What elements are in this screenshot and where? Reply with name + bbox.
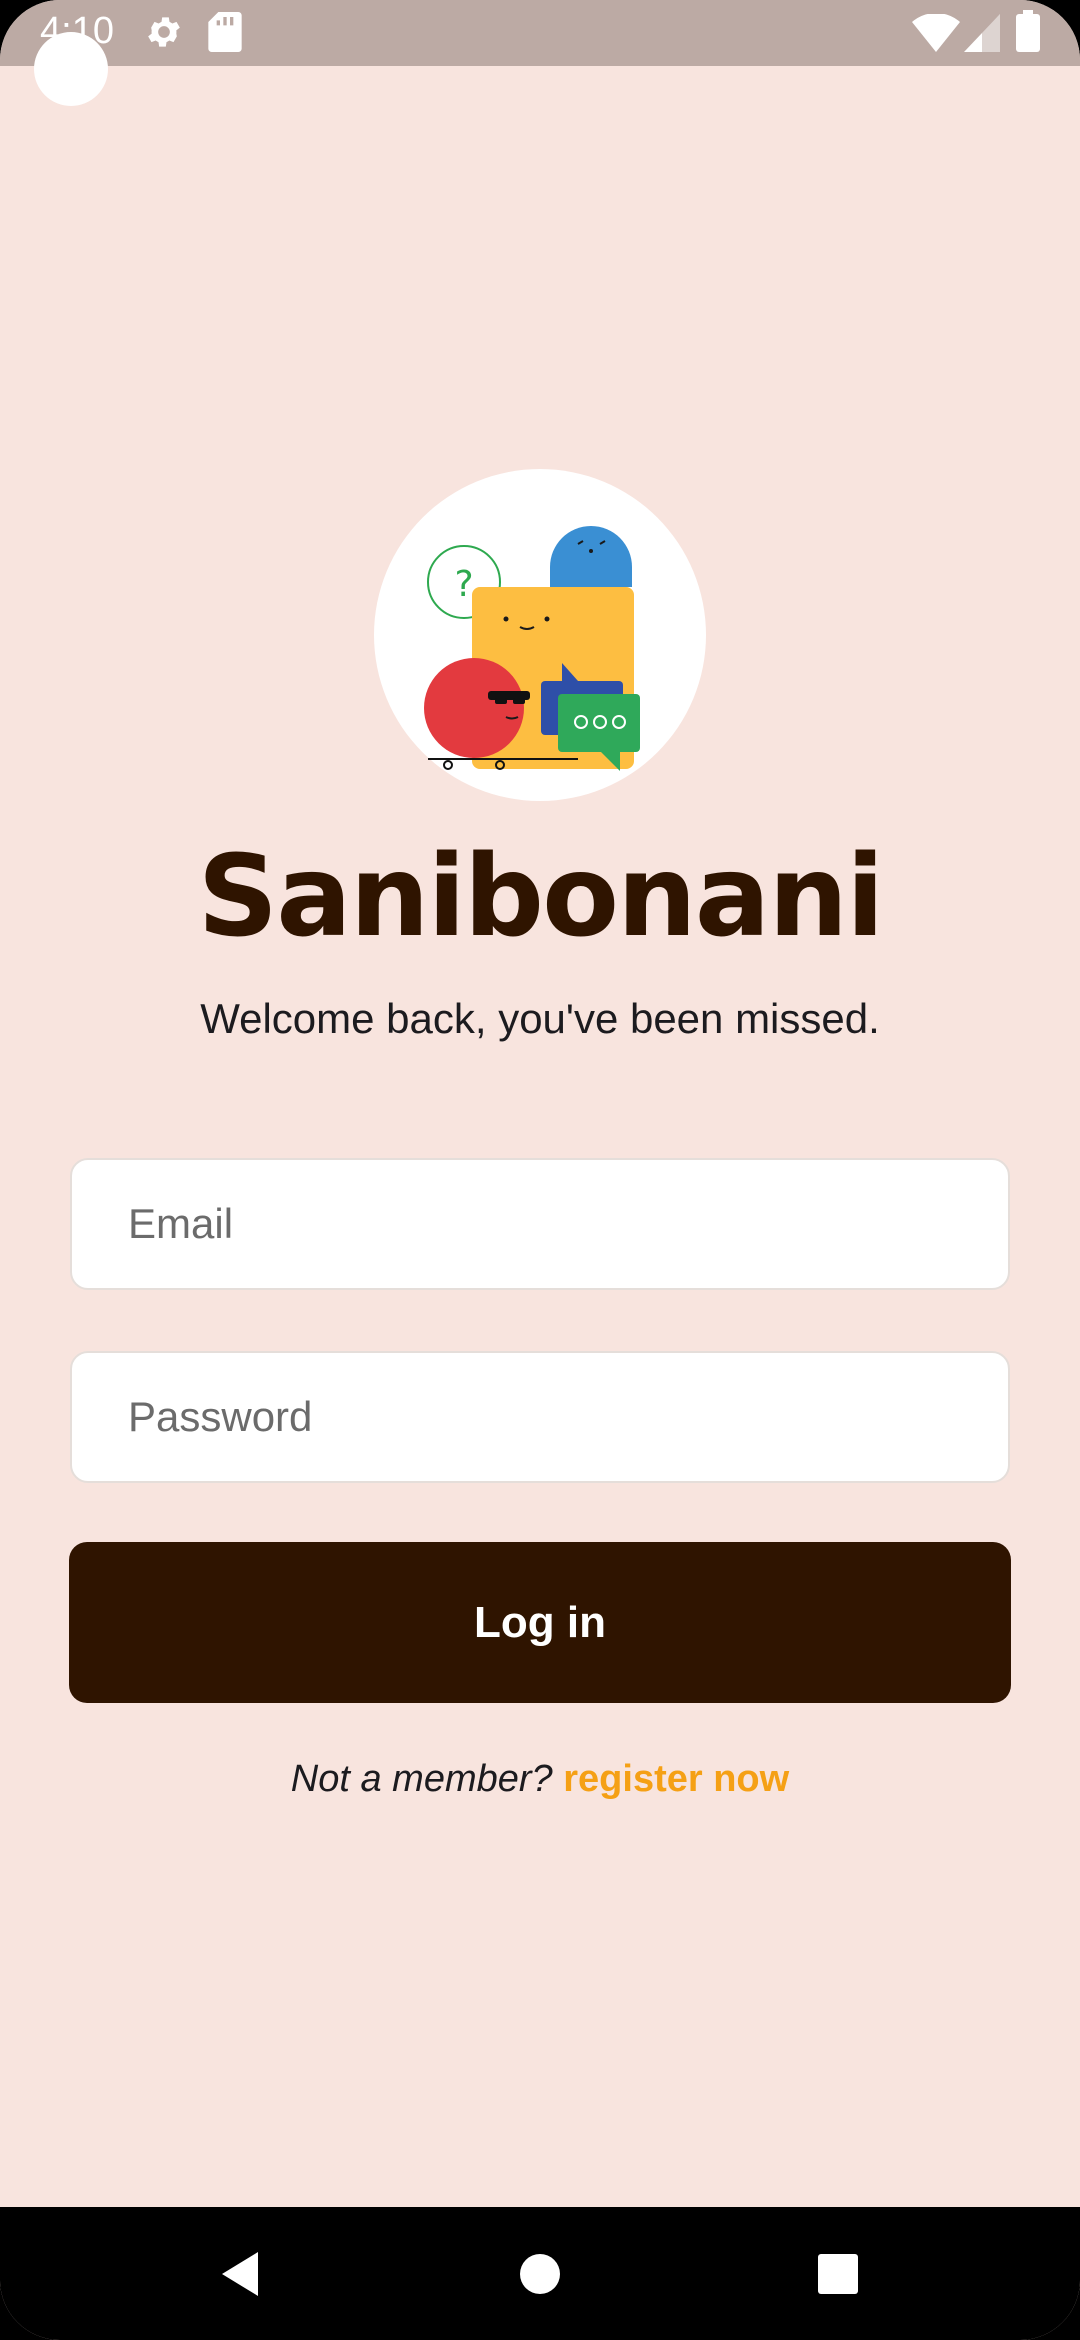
nav-home-button[interactable]	[490, 2229, 590, 2319]
login-screen: 4:10 ? Sanibonani Welcome back, you've b…	[0, 0, 1080, 2340]
nav-back-button[interactable]	[190, 2229, 290, 2319]
password-field[interactable]	[70, 1351, 1010, 1483]
home-icon	[520, 2254, 560, 2294]
svg-text:?: ?	[454, 564, 473, 605]
email-input[interactable]	[72, 1160, 1008, 1288]
wifi-icon	[912, 14, 960, 52]
camera-cutout	[34, 32, 108, 106]
app-logo: ?	[374, 469, 706, 801]
login-button[interactable]: Log in	[69, 1542, 1011, 1703]
recents-icon	[818, 2254, 858, 2294]
register-prompt: Not a member? register now	[0, 1758, 1080, 1801]
back-icon	[222, 2252, 258, 2296]
battery-icon	[1016, 10, 1040, 52]
settings-icon	[148, 17, 180, 47]
status-bar: 4:10	[0, 0, 1080, 66]
app-title: Sanibonani	[197, 832, 885, 962]
sd-card-icon	[208, 12, 242, 52]
password-input[interactable]	[72, 1353, 1008, 1481]
navigation-bar	[0, 2207, 1080, 2340]
email-field[interactable]	[70, 1158, 1010, 1290]
nav-recents-button[interactable]	[788, 2229, 888, 2319]
register-question: Not a member?	[290, 1758, 553, 1800]
register-link[interactable]: register now	[563, 1758, 789, 1800]
welcome-subtitle: Welcome back, you've been missed.	[200, 995, 880, 1042]
signal-icon	[964, 14, 1000, 52]
